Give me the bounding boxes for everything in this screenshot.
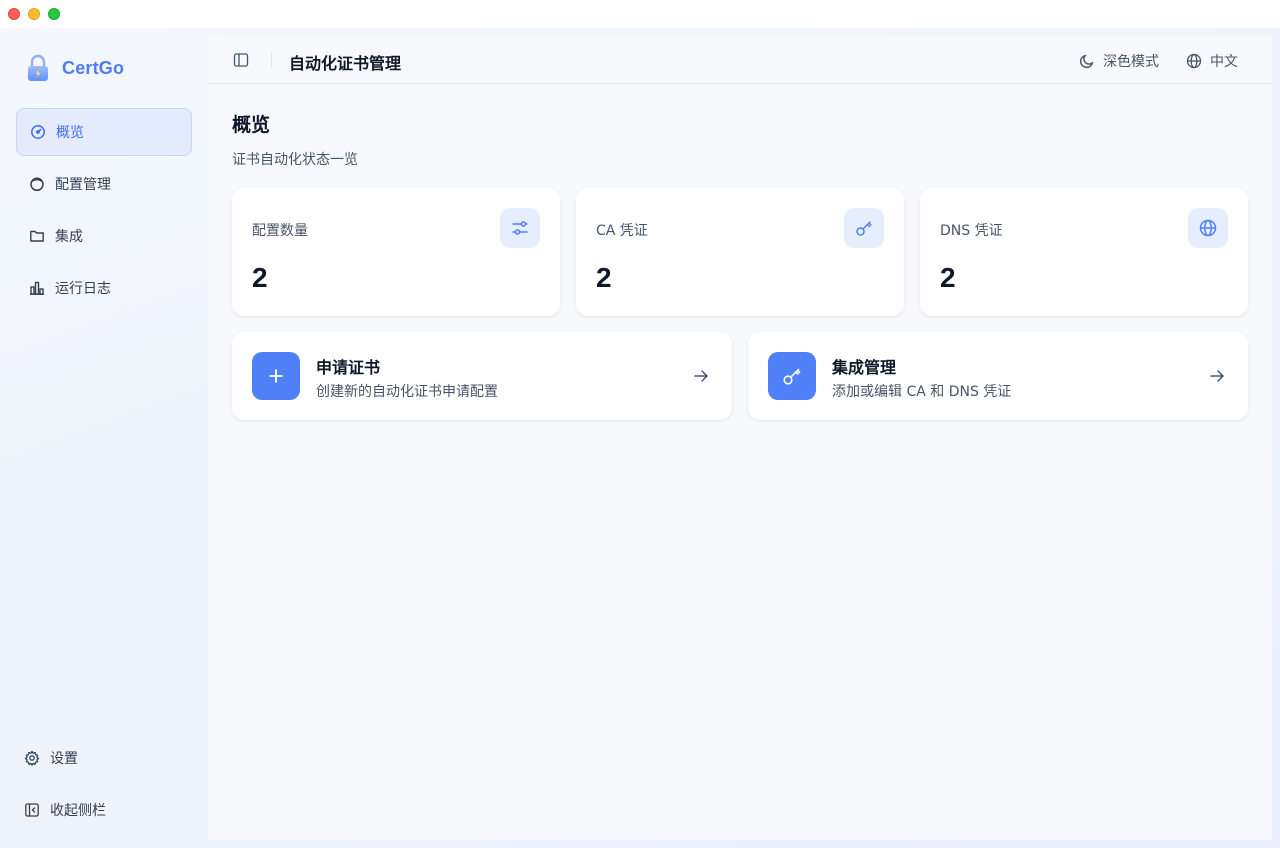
language-switcher[interactable]: 中文 <box>1186 51 1238 71</box>
stat-card-configs: 配置数量 2 <box>232 188 560 316</box>
dark-mode-toggle[interactable]: 深色模式 <box>1079 51 1159 71</box>
action-description: 创建新的自动化证书申请配置 <box>316 384 498 400</box>
stat-value: 2 <box>596 262 612 293</box>
sidebar-toggle-icon[interactable] <box>233 52 249 68</box>
quick-actions: 申请证书 创建新的自动化证书申请配置 集成管理 添加或编辑 CA 和 DNS 凭… <box>232 332 1248 420</box>
stat-label: DNS 凭证 <box>940 223 1003 239</box>
settings-label: 设置 <box>50 751 78 767</box>
arrow-right-icon <box>1210 370 1224 382</box>
sidebar-item-label: 运行日志 <box>55 281 111 297</box>
folder-icon <box>30 230 44 242</box>
language-label: 中文 <box>1210 54 1238 70</box>
main-panel: 自动化证书管理 深色模式 中文 概览 证书自动化状态一览 配置数量 2 CA 凭… <box>208 36 1272 840</box>
stat-label: CA 凭证 <box>596 223 648 239</box>
window-minimize-button[interactable] <box>28 8 40 20</box>
divider <box>271 52 272 68</box>
page-title: 概览 <box>232 114 271 136</box>
integrations-card[interactable]: 集成管理 添加或编辑 CA 和 DNS 凭证 <box>748 332 1248 420</box>
stat-label: 配置数量 <box>252 223 308 239</box>
dashboard-icon <box>31 125 45 139</box>
action-title: 申请证书 <box>316 358 381 377</box>
stat-card-dns: DNS 凭证 2 <box>920 188 1248 316</box>
apply-certificate-card[interactable]: 申请证书 创建新的自动化证书申请配置 <box>232 332 732 420</box>
sidebar-item-label: 集成 <box>55 229 83 245</box>
window-maximize-button[interactable] <box>48 8 60 20</box>
sidebar-item-integrations[interactable]: 集成 <box>16 212 192 260</box>
stats-row: 配置数量 2 CA 凭证 2 DNS 凭证 2 <box>232 188 1248 316</box>
content: 概览 证书自动化状态一览 配置数量 2 CA 凭证 2 DNS 凭证 2 申请证… <box>232 110 1248 420</box>
globe-icon <box>1186 53 1202 69</box>
stat-card-ca: CA 凭证 2 <box>576 188 904 316</box>
sidebar-item-label: 概览 <box>56 125 84 141</box>
action-icon-badge <box>768 352 816 400</box>
settings-button[interactable]: 设置 <box>24 748 78 768</box>
app-window: CertGo 概览 配置管理 集成 运行日志 设置 收起侧栏 自动化证书管理 深… <box>0 28 1280 848</box>
gear-icon <box>24 750 40 766</box>
window-close-button[interactable] <box>8 8 20 20</box>
bar-chart-icon <box>30 281 44 295</box>
arrow-right-icon <box>694 370 708 382</box>
stat-icon-badge <box>500 208 540 248</box>
brand[interactable]: CertGo <box>26 54 124 82</box>
sidebar-item-label: 配置管理 <box>55 177 111 193</box>
stat-value: 2 <box>252 262 268 293</box>
collapse-sidebar-button[interactable]: 收起侧栏 <box>24 800 106 820</box>
lock-icon <box>28 54 48 81</box>
stat-icon-badge <box>1188 208 1228 248</box>
sliders-icon <box>512 221 528 235</box>
title-bar <box>0 0 1280 28</box>
key-icon <box>783 368 801 385</box>
collapse-label: 收起侧栏 <box>50 803 106 819</box>
sidebar-item-config[interactable]: 配置管理 <box>16 160 192 208</box>
collapse-icon <box>25 803 39 817</box>
sidebar-item-overview[interactable]: 概览 <box>16 108 192 156</box>
page-subtitle: 证书自动化状态一览 <box>232 152 358 168</box>
dark-mode-label: 深色模式 <box>1103 54 1159 70</box>
page-header-title: 自动化证书管理 <box>289 54 402 73</box>
brand-name: CertGo <box>62 57 125 78</box>
sidebar-nav: 概览 配置管理 集成 运行日志 <box>16 108 192 316</box>
moon-icon <box>1079 54 1094 69</box>
action-title: 集成管理 <box>832 358 897 377</box>
plus-icon <box>269 369 283 383</box>
stat-value: 2 <box>940 262 956 293</box>
top-bar: 自动化证书管理 深色模式 中文 <box>208 36 1272 84</box>
sidebar-item-logs[interactable]: 运行日志 <box>16 264 192 312</box>
circle-icon <box>30 177 44 192</box>
stat-icon-badge <box>844 208 884 248</box>
action-icon-badge <box>252 352 300 400</box>
action-description: 添加或编辑 CA 和 DNS 凭证 <box>832 384 1012 400</box>
globe-icon <box>1199 219 1217 237</box>
key-icon <box>856 221 872 236</box>
sidebar: CertGo 概览 配置管理 集成 运行日志 设置 收起侧栏 <box>0 28 208 848</box>
